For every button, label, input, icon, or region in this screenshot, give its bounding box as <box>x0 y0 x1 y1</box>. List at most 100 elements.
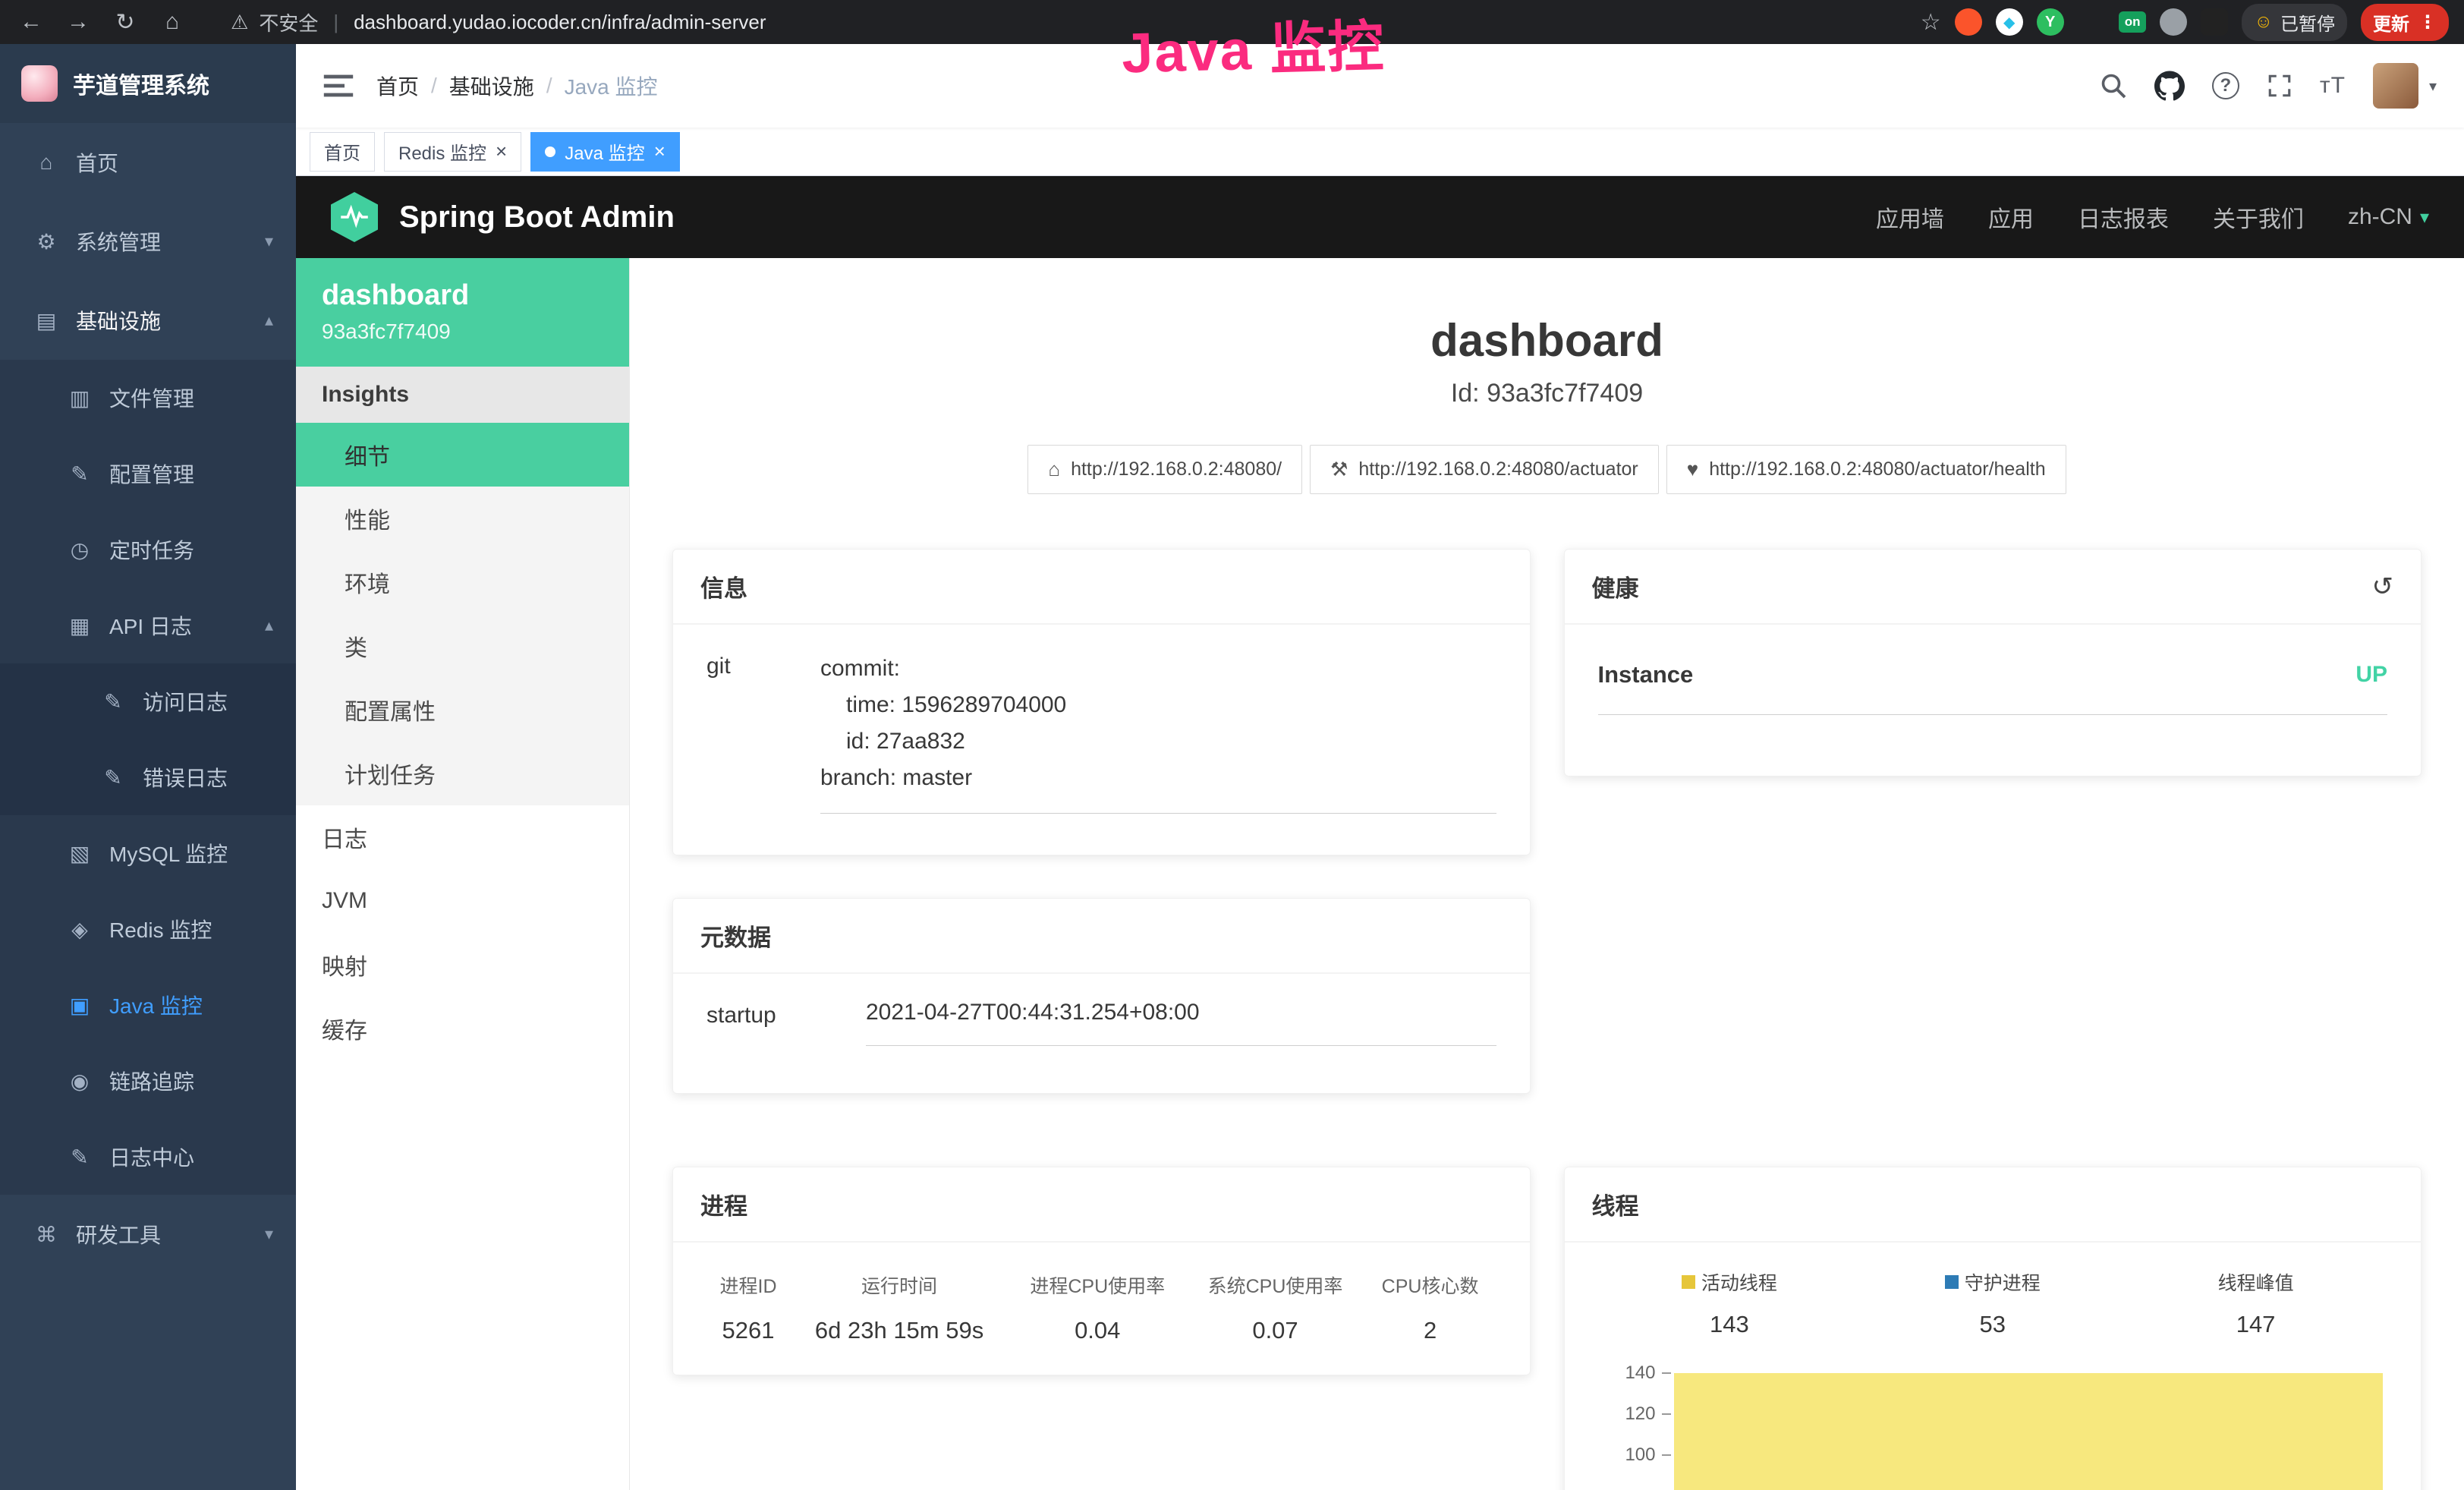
extension-icon[interactable] <box>2160 8 2187 36</box>
extension-icon[interactable] <box>2078 8 2105 36</box>
legend-peak-threads: 线程峰值 147 <box>2124 1268 2387 1338</box>
breadcrumb-home[interactable]: 首页 <box>376 71 419 101</box>
service-url-link[interactable]: ⌂ http://192.168.0.2:48080/ <box>1027 445 1302 494</box>
sidebar-item-mysql-monitor[interactable]: ▧ MySQL 监控 <box>0 815 296 891</box>
sidebar-item-label: Java 监控 <box>109 990 203 1020</box>
sba-item-metrics[interactable]: 性能 <box>296 487 629 550</box>
gear-icon: ⚙ <box>33 229 59 254</box>
sidebar-item-scheduled-tasks[interactable]: ◷ 定时任务 <box>0 512 296 587</box>
close-icon[interactable]: × <box>654 140 666 163</box>
redis-icon: ◈ <box>67 917 93 942</box>
sba-link-wallboard[interactable]: 应用墙 <box>1876 200 1944 234</box>
sidebar-item-config-mgmt[interactable]: ✎ 配置管理 <box>0 436 296 512</box>
sba-item-config-props[interactable]: 配置属性 <box>296 678 629 742</box>
heart-icon: ♥ <box>1687 458 1698 481</box>
health-url-link[interactable]: ♥ http://192.168.0.2:48080/actuator/heal… <box>1666 445 2066 494</box>
sidebar-item-redis-monitor[interactable]: ◈ Redis 监控 <box>0 891 296 967</box>
extension-icon[interactable] <box>2201 8 2228 36</box>
sba-item-caches[interactable]: 缓存 <box>296 997 629 1060</box>
browser-home-icon[interactable]: ⌂ <box>156 9 188 35</box>
process-col-cpu: 进程CPU使用率 <box>1009 1268 1186 1302</box>
locale-label: zh-CN <box>2348 204 2412 230</box>
process-card: 进程 进程ID 运行时间 进程CPU使用率 <box>672 1167 1531 1375</box>
history-icon[interactable]: ↺ <box>2372 572 2394 602</box>
github-icon[interactable] <box>2154 71 2185 101</box>
wrench-icon: ⚒ <box>1330 458 1348 481</box>
search-icon[interactable] <box>2100 72 2127 99</box>
sidebar-item-dev-tools[interactable]: ⌘ 研发工具 ▾ <box>0 1195 296 1274</box>
sidebar-item-error-logs[interactable]: ✎ 错误日志 <box>0 739 296 815</box>
breadcrumb-current: Java 监控 <box>565 71 658 101</box>
sidebar-item-api-logs[interactable]: ▦ API 日志 ▴ <box>0 587 296 663</box>
info-value: commit: time: 1596289704000 id: 27aa832 … <box>820 650 1496 814</box>
paused-badge[interactable]: ☺ 已暂停 <box>2242 4 2347 41</box>
extension-icon[interactable]: on <box>2119 11 2147 33</box>
y-tick: 100 <box>1625 1444 1670 1466</box>
sidebar-item-tracing[interactable]: ◉ 链路追踪 <box>0 1043 296 1119</box>
avatar[interactable] <box>2373 63 2418 109</box>
process-card-title: 进程 <box>700 1187 747 1221</box>
actuator-url-link[interactable]: ⚒ http://192.168.0.2:48080/actuator <box>1310 445 1659 494</box>
sidebar-item-file-mgmt[interactable]: ▥ 文件管理 <box>0 360 296 436</box>
sidebar-item-system-mgmt[interactable]: ⚙ 系统管理 ▾ <box>0 202 296 281</box>
tab-label: Redis 监控 <box>398 138 486 165</box>
git-commit-line: commit: <box>820 650 1496 687</box>
tab-label: 首页 <box>324 138 360 165</box>
font-size-icon[interactable]: тT <box>2320 73 2346 99</box>
process-val-uptime: 6d 23h 15m 59s <box>790 1302 1009 1349</box>
tab-java-monitor[interactable]: Java 监控 × <box>530 132 680 172</box>
legend-blue-swatch <box>1945 1275 1959 1289</box>
sidebar-item-java-monitor[interactable]: ▣ Java 监控 <box>0 967 296 1043</box>
process-col-pid: 进程ID <box>706 1268 790 1302</box>
tab-redis-monitor[interactable]: Redis 监控 × <box>384 132 521 172</box>
sidebar-item-infrastructure[interactable]: ▤ 基础设施 ▴ <box>0 281 296 360</box>
instance-name: dashboard <box>322 279 603 312</box>
legend-value: 143 <box>1598 1311 1861 1338</box>
extension-icon[interactable]: Y <box>2037 8 2064 36</box>
refresh-icon[interactable]: ↻ <box>109 9 141 36</box>
sidebar-item-home[interactable]: ⌂ 首页 <box>0 123 296 202</box>
bookmark-star-icon[interactable]: ☆ <box>1921 9 1941 36</box>
fullscreen-icon[interactable] <box>2267 73 2292 99</box>
chevron-down-icon: ▾ <box>265 232 273 251</box>
kebab-menu-icon[interactable]: ⋮ <box>2418 11 2437 33</box>
sba-item-mappings[interactable]: 映射 <box>296 933 629 997</box>
back-icon[interactable]: ← <box>15 9 47 35</box>
chevron-up-icon: ▴ <box>265 310 273 330</box>
sba-item-jvm[interactable]: JVM <box>296 869 629 933</box>
breadcrumb-infrastructure[interactable]: 基础设施 <box>449 71 534 101</box>
close-icon[interactable]: × <box>496 140 507 163</box>
help-icon[interactable]: ? <box>2212 72 2239 99</box>
sidebar-item-access-logs[interactable]: ✎ 访问日志 <box>0 663 296 739</box>
sba-item-environment[interactable]: 环境 <box>296 550 629 614</box>
sidebar-item-label: 首页 <box>76 147 118 178</box>
sidebar-item-label: 链路追踪 <box>109 1066 194 1096</box>
health-card-title: 健康 <box>1592 569 1639 603</box>
sba-link-applications[interactable]: 应用 <box>1988 200 2034 234</box>
file-icon: ▥ <box>67 386 93 411</box>
sidebar-item-label: 系统管理 <box>76 226 161 257</box>
sba-brand-title[interactable]: Spring Boot Admin <box>399 200 675 235</box>
tab-home[interactable]: 首页 <box>310 132 375 172</box>
app-logo-row[interactable]: 芋道管理系统 <box>0 44 296 123</box>
sba-locale-select[interactable]: zh-CN ▾ <box>2348 204 2429 230</box>
sba-item-logs[interactable]: 日志 <box>296 805 629 869</box>
git-id-line: id: 27aa832 <box>820 723 1496 760</box>
forward-icon[interactable]: → <box>62 9 94 35</box>
update-button[interactable]: 更新 ⋮ <box>2361 4 2449 41</box>
sba-item-details[interactable]: 细节 <box>296 423 629 487</box>
hamburger-icon[interactable] <box>323 74 354 98</box>
spring-boot-admin-logo[interactable] <box>331 192 378 242</box>
legend-label: 线程峰值 <box>2218 1268 2294 1296</box>
not-secure-warning-icon: ⚠ <box>231 11 248 34</box>
sba-link-journal[interactable]: 日志报表 <box>2078 200 2169 234</box>
sba-item-classes[interactable]: 类 <box>296 614 629 678</box>
instance-title: dashboard <box>672 314 2422 367</box>
extension-icon[interactable]: ◆ <box>1996 8 2023 36</box>
extension-icon[interactable] <box>1955 8 1982 36</box>
sidebar-item-label: 定时任务 <box>109 534 194 565</box>
sba-item-scheduled-tasks[interactable]: 计划任务 <box>296 742 629 805</box>
sidebar-item-log-center[interactable]: ✎ 日志中心 <box>0 1119 296 1195</box>
address-bar[interactable]: ⚠ 不安全 | dashboard.yudao.iocoder.cn/infra… <box>231 8 766 36</box>
sba-link-about[interactable]: 关于我们 <box>2213 200 2304 234</box>
